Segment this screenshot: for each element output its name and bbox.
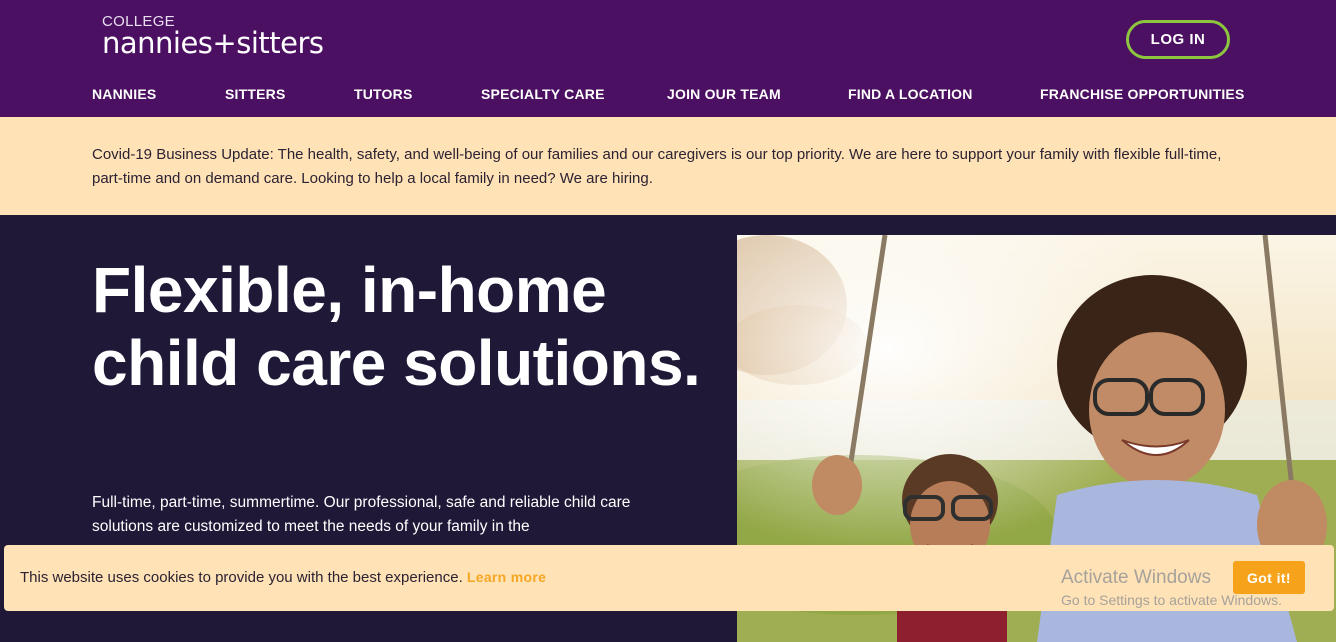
login-button[interactable]: LOG IN [1126, 20, 1230, 59]
cookie-message-line: This website uses cookies to provide you… [20, 569, 546, 586]
nav-item-tutors[interactable]: TUTORS [354, 86, 413, 102]
covid-banner-text: Covid-19 Business Update: The health, sa… [92, 146, 1222, 187]
main-nav: NANNIES SITTERS TUTORS SPECIALTY CARE JO… [0, 86, 1336, 104]
site-header: COLLEGE nannies+sitters LOG IN NANNIES S… [0, 0, 1336, 117]
site-logo[interactable]: COLLEGE nannies+sitters [102, 14, 324, 60]
cookie-banner: This website uses cookies to provide you… [4, 545, 1334, 611]
nav-item-franchise-opportunities[interactable]: FRANCHISE OPPORTUNITIES [1040, 86, 1245, 102]
got-it-button[interactable]: Got it! [1233, 561, 1305, 594]
nav-item-specialty-care[interactable]: SPECIALTY CARE [481, 86, 605, 102]
nav-item-nannies[interactable]: NANNIES [92, 86, 156, 102]
covid-banner: Covid-19 Business Update: The health, sa… [0, 117, 1336, 215]
nav-item-sitters[interactable]: SITTERS [225, 86, 286, 102]
nav-item-join-our-team[interactable]: JOIN OUR TEAM [667, 86, 781, 102]
learn-more-link[interactable]: Learn more [467, 569, 546, 585]
logo-main-text: nannies+sitters [102, 26, 324, 60]
hero-title: Flexible, in-home child care solutions. [92, 254, 701, 399]
cookie-message: This website uses cookies to provide you… [20, 569, 463, 586]
hero-body: Full-time, part-time, summertime. Our pr… [92, 494, 631, 535]
nav-item-find-a-location[interactable]: FIND A LOCATION [848, 86, 973, 102]
